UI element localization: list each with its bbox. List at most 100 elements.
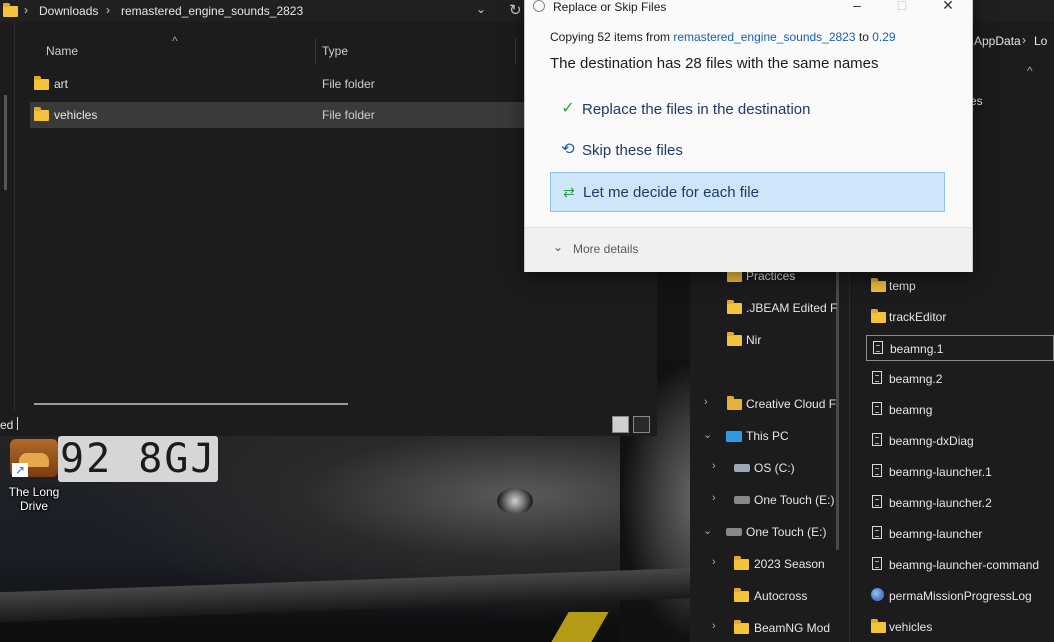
nav-item-one-touch-e[interactable]: ⌄ One Touch (E:): [700, 520, 840, 544]
file-name: vehicles: [889, 620, 933, 634]
chevron-right-icon[interactable]: ›: [712, 620, 716, 632]
nav-item-os-c[interactable]: › OS (C:): [700, 456, 840, 480]
list-item[interactable]: vehicles: [866, 614, 1054, 640]
nav-item-creative-cloud[interactable]: › Creative Cloud F: [700, 392, 840, 416]
chevron-right-icon[interactable]: ›: [712, 556, 716, 568]
chevron-right-icon[interactable]: ›: [704, 396, 708, 408]
folder-icon: [734, 620, 749, 634]
column-headers: Name ^ Type: [30, 34, 530, 62]
option-label: Replace the files in the destination: [582, 101, 811, 118]
address-bar[interactable]: › Downloads › remastered_engine_sounds_2…: [0, 0, 530, 22]
folder-icon: [734, 556, 749, 570]
file-name: beamng.1: [890, 342, 944, 356]
column-separator[interactable]: [515, 38, 516, 64]
chevron-right-icon[interactable]: ›: [712, 492, 716, 504]
nav-item-2023-season[interactable]: › 2023 Season: [700, 552, 840, 576]
column-separator[interactable]: [315, 38, 316, 64]
dialog-footer: ⌄ More details: [525, 227, 972, 272]
chevron-right-icon[interactable]: ›: [712, 460, 716, 472]
chevron-down-icon[interactable]: ⌄: [553, 240, 563, 254]
item-type: File folder: [322, 108, 375, 122]
more-details-button[interactable]: More details: [573, 242, 638, 256]
breadcrumb-appdata[interactable]: AppData: [974, 34, 1021, 48]
chevron-down-icon[interactable]: ⌄: [703, 524, 712, 537]
scroll-up-icon[interactable]: ^: [1027, 64, 1033, 78]
tiles-view-button[interactable]: [633, 416, 650, 433]
file-name: beamng: [889, 403, 933, 417]
folder-icon: [727, 268, 742, 282]
document-icon: [872, 433, 882, 446]
file-name: beamng-launcher.2: [889, 496, 992, 510]
item-name: art: [54, 77, 69, 91]
list-item[interactable]: beamng-launcher.2: [866, 490, 1054, 516]
nav-label: Creative Cloud F: [746, 397, 837, 411]
folder-icon: [734, 588, 749, 602]
chevron-down-icon[interactable]: ⌄: [476, 2, 486, 16]
list-item-focused[interactable]: beamng.1: [866, 335, 1054, 361]
folder-icon: [871, 278, 886, 292]
folder-icon: [727, 300, 742, 314]
chevron-down-icon[interactable]: ⌄: [703, 428, 712, 441]
right-address-bar[interactable]: AppData › Lo: [970, 22, 1054, 58]
file-name: beamng-launcher-command: [889, 558, 1040, 572]
fog-light: [497, 488, 533, 514]
list-item[interactable]: beamng-launcher-command: [866, 552, 1054, 578]
list-item[interactable]: beamng.2: [866, 366, 1054, 392]
document-icon: [873, 341, 883, 354]
horizontal-scrollbar[interactable]: [34, 403, 348, 405]
skip-files-option[interactable]: ⟲ Skip these files: [550, 131, 945, 171]
refresh-icon[interactable]: ↻: [509, 1, 522, 19]
status-bar: ed: [0, 412, 657, 436]
nav-label: One Touch (E:): [754, 493, 835, 507]
folder-icon: [34, 76, 49, 90]
file-name: permaMissionProgressLog: [889, 589, 1032, 603]
nav-item-this-pc[interactable]: ⌄ This PC: [700, 424, 840, 448]
list-item[interactable]: art File folder: [30, 71, 530, 97]
folder-icon: [34, 107, 49, 121]
decide-each-file-option[interactable]: ⇄ Let me decide for each file: [550, 172, 945, 212]
details-view-button[interactable]: [612, 416, 629, 433]
source-link[interactable]: remastered_engine_sounds_2823: [673, 30, 855, 44]
list-item-selected[interactable]: vehicles File folder: [30, 102, 530, 128]
column-type[interactable]: Type: [322, 44, 348, 58]
folder-icon: [3, 3, 18, 17]
column-name[interactable]: Name: [46, 44, 78, 58]
nav-pane-scrollbar[interactable]: [4, 95, 7, 190]
destination-link[interactable]: 0.29: [872, 30, 895, 44]
copy-to: to: [858, 30, 869, 44]
maximize-button[interactable]: □: [887, 0, 917, 15]
folder-icon: [871, 309, 886, 323]
status-text: ed: [0, 418, 14, 432]
list-item[interactable]: beamng-launcher.1: [866, 459, 1054, 485]
document-icon: [872, 464, 882, 477]
list-item[interactable]: beamng-launcher: [866, 521, 1054, 547]
nav-item-one-touch-e-child[interactable]: › One Touch (E:): [700, 488, 840, 512]
copy-icon: [533, 0, 545, 12]
document-icon: [872, 402, 882, 415]
file-name: beamng-dxDiag: [889, 434, 974, 448]
nav-label: Nir: [746, 333, 762, 347]
nav-item-nir[interactable]: Nir: [700, 328, 840, 352]
breadcrumb-local[interactable]: Lo: [1034, 34, 1047, 48]
nav-item-autocross[interactable]: Autocross: [700, 584, 840, 608]
list-item[interactable]: beamng-dxDiag: [866, 428, 1054, 454]
option-label: Let me decide for each file: [583, 184, 759, 201]
desktop-shortcut-the-long-drive[interactable]: ↗ The Long Drive: [0, 437, 68, 517]
list-item[interactable]: trackEditor: [866, 304, 1054, 330]
creative-cloud-folder-icon: [727, 396, 742, 410]
minimize-button[interactable]: –: [842, 0, 872, 15]
item-name: vehicles: [54, 108, 98, 122]
list-item[interactable]: permaMissionProgressLog: [866, 583, 1054, 609]
list-item[interactable]: temp: [866, 273, 1054, 299]
close-button[interactable]: ✕: [933, 0, 963, 15]
nav-item-jbeam-edited[interactable]: .JBEAM Edited F: [700, 296, 840, 320]
chevron-right-icon: ›: [1022, 33, 1026, 47]
file-name: trackEditor: [889, 310, 947, 324]
breadcrumb-current-folder[interactable]: remastered_engine_sounds_2823: [121, 4, 303, 18]
nav-item-beamng-mod[interactable]: › BeamNG Mod: [700, 616, 840, 640]
breadcrumb-downloads[interactable]: Downloads: [39, 4, 98, 18]
document-icon: [872, 371, 882, 384]
list-item[interactable]: beamng: [866, 397, 1054, 423]
undo-icon: ⟲: [561, 141, 575, 158]
replace-files-option[interactable]: ✓ Replace the files in the destination: [550, 90, 945, 130]
